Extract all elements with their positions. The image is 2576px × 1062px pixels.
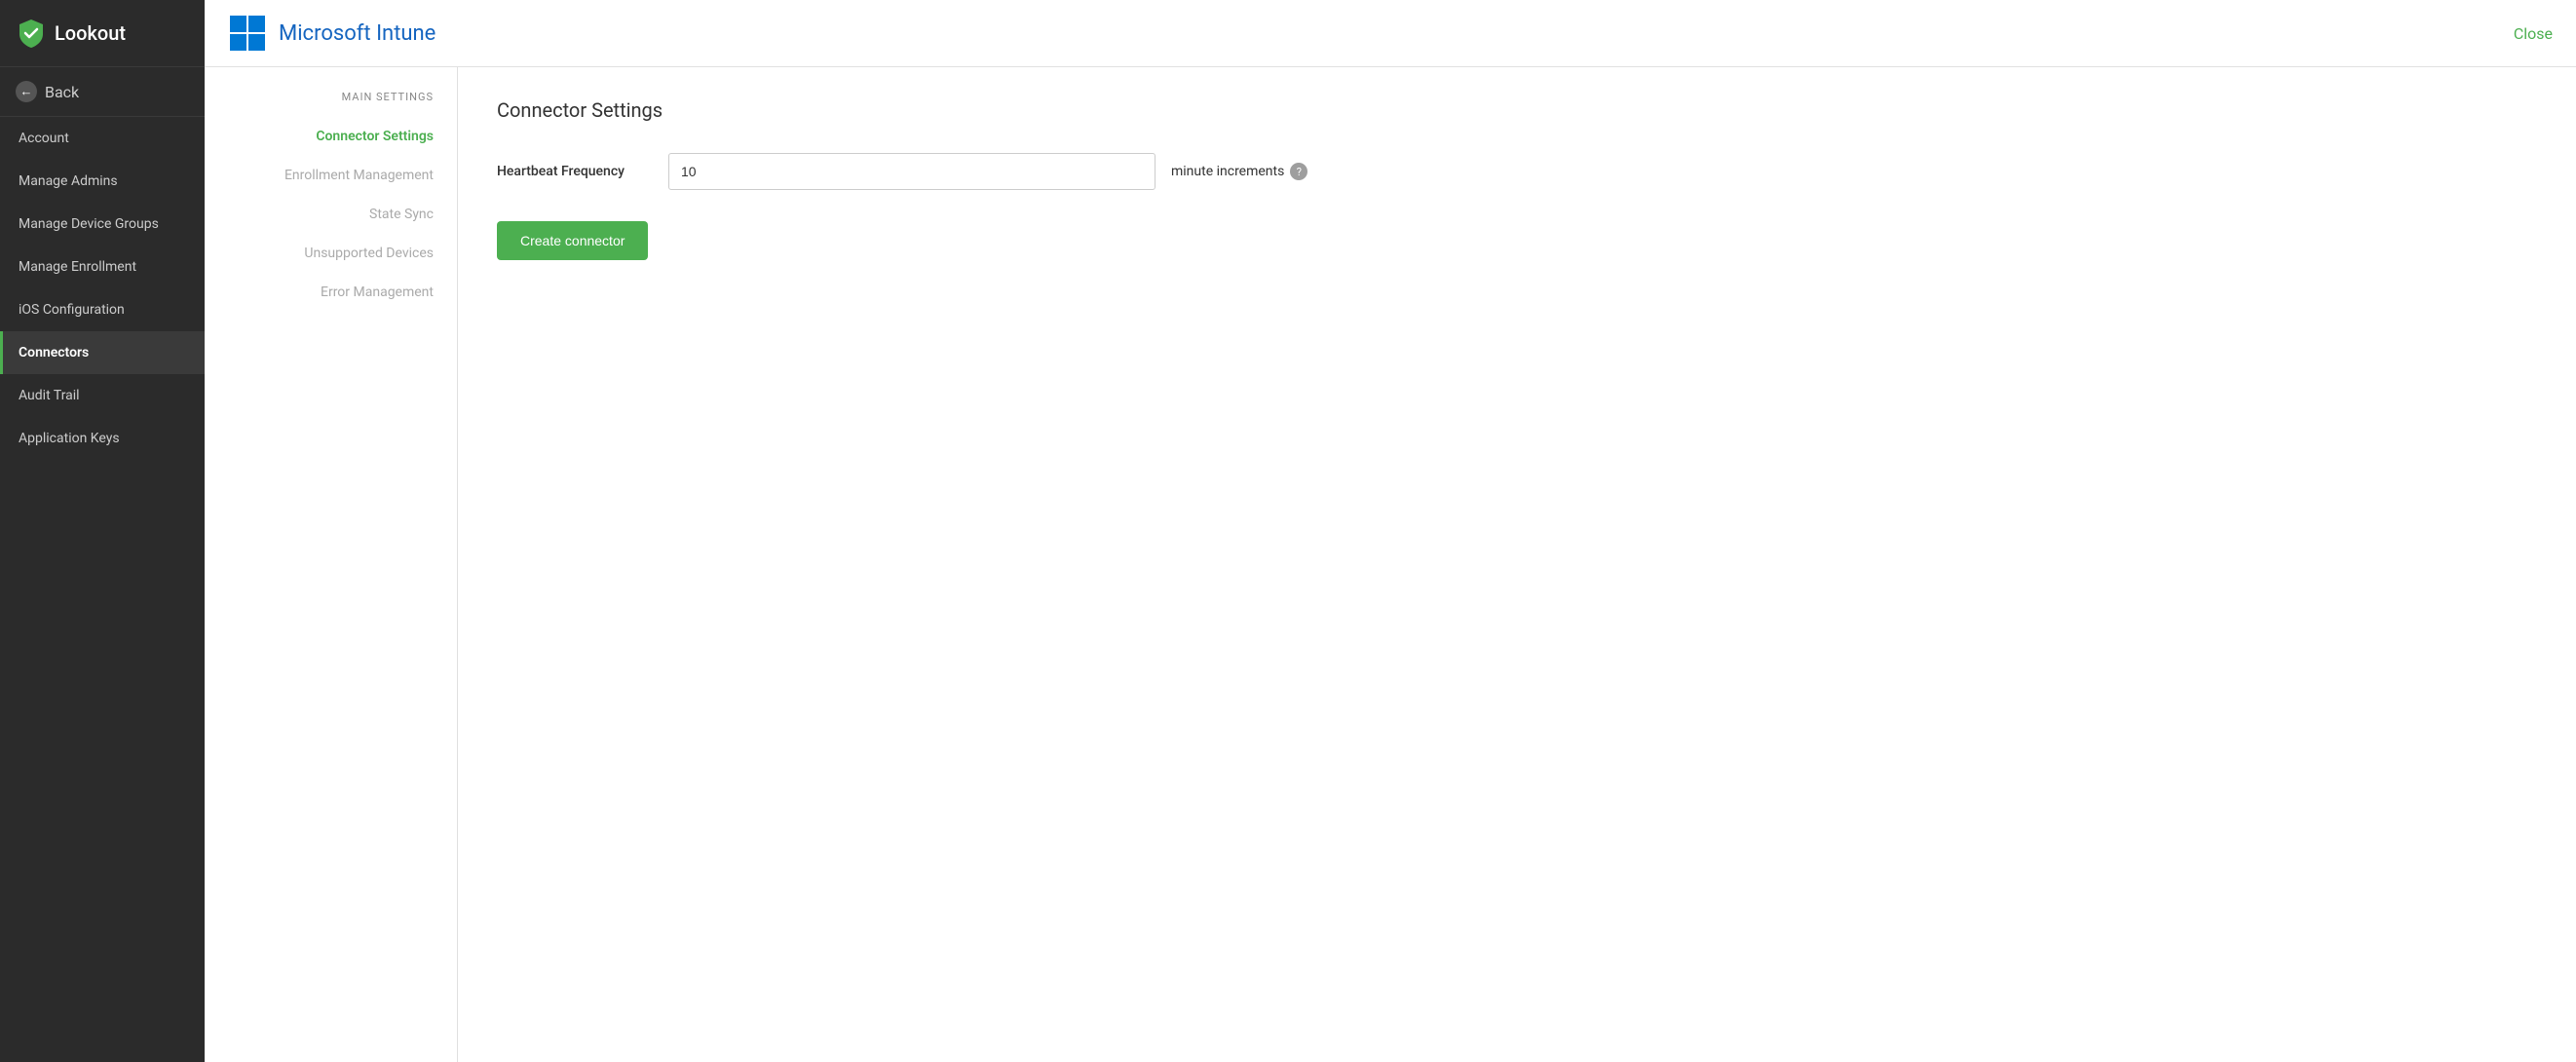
back-button[interactable]: ← Back — [0, 67, 205, 117]
sidebar-item-audit-trail[interactable]: Audit Trail — [0, 374, 205, 417]
settings-section-label: MAIN SETTINGS — [220, 91, 441, 103]
sidebar-item-account[interactable]: Account — [0, 117, 205, 160]
heartbeat-unit-container: minute increments ? — [1171, 163, 1307, 180]
create-connector-button[interactable]: Create connector — [497, 221, 648, 260]
settings-nav-error-management[interactable]: Error Management — [220, 275, 441, 310]
top-header: Microsoft Intune Close — [205, 0, 2576, 67]
heartbeat-help-icon[interactable]: ? — [1290, 163, 1307, 180]
header-title: Microsoft Intune — [279, 21, 436, 46]
back-label: Back — [45, 83, 79, 101]
windows-logo-icon — [228, 14, 267, 53]
settings-nav-enrollment-management[interactable]: Enrollment Management — [220, 158, 441, 193]
settings-nav-state-sync[interactable]: State Sync — [220, 197, 441, 232]
settings-sidebar: MAIN SETTINGS Connector Settings Enrollm… — [205, 67, 458, 1062]
sidebar-nav: Account Manage Admins Manage Device Grou… — [0, 117, 205, 1062]
sidebar-item-application-keys[interactable]: Application Keys — [0, 417, 205, 460]
close-button[interactable]: Close — [2514, 24, 2553, 43]
sidebar-logo: Lookout — [0, 0, 205, 67]
header-brand: Microsoft Intune — [228, 14, 436, 53]
settings-panel: Connector Settings Heartbeat Frequency m… — [458, 67, 2576, 1062]
main-container: Microsoft Intune Close MAIN SETTINGS Con… — [205, 0, 2576, 1062]
heartbeat-row: Heartbeat Frequency minute increments ? — [497, 153, 2537, 190]
heartbeat-unit-text: minute increments — [1171, 164, 1284, 179]
sidebar: Lookout ← Back Account Manage Admins Man… — [0, 0, 205, 1062]
settings-nav-connector-settings[interactable]: Connector Settings — [220, 119, 441, 154]
settings-nav-unsupported-devices[interactable]: Unsupported Devices — [220, 236, 441, 271]
sidebar-item-manage-device-groups[interactable]: Manage Device Groups — [0, 203, 205, 246]
heartbeat-label: Heartbeat Frequency — [497, 164, 653, 179]
heartbeat-input[interactable] — [668, 153, 1155, 190]
back-arrow-icon: ← — [16, 81, 37, 102]
sidebar-item-manage-enrollment[interactable]: Manage Enrollment — [0, 246, 205, 288]
content-area: MAIN SETTINGS Connector Settings Enrollm… — [205, 67, 2576, 1062]
sidebar-item-manage-admins[interactable]: Manage Admins — [0, 160, 205, 203]
sidebar-item-connectors[interactable]: Connectors — [0, 331, 205, 374]
app-logo-text: Lookout — [55, 21, 126, 45]
lookout-logo-icon — [16, 18, 47, 49]
sidebar-item-ios-configuration[interactable]: iOS Configuration — [0, 288, 205, 331]
panel-title: Connector Settings — [497, 98, 2537, 122]
